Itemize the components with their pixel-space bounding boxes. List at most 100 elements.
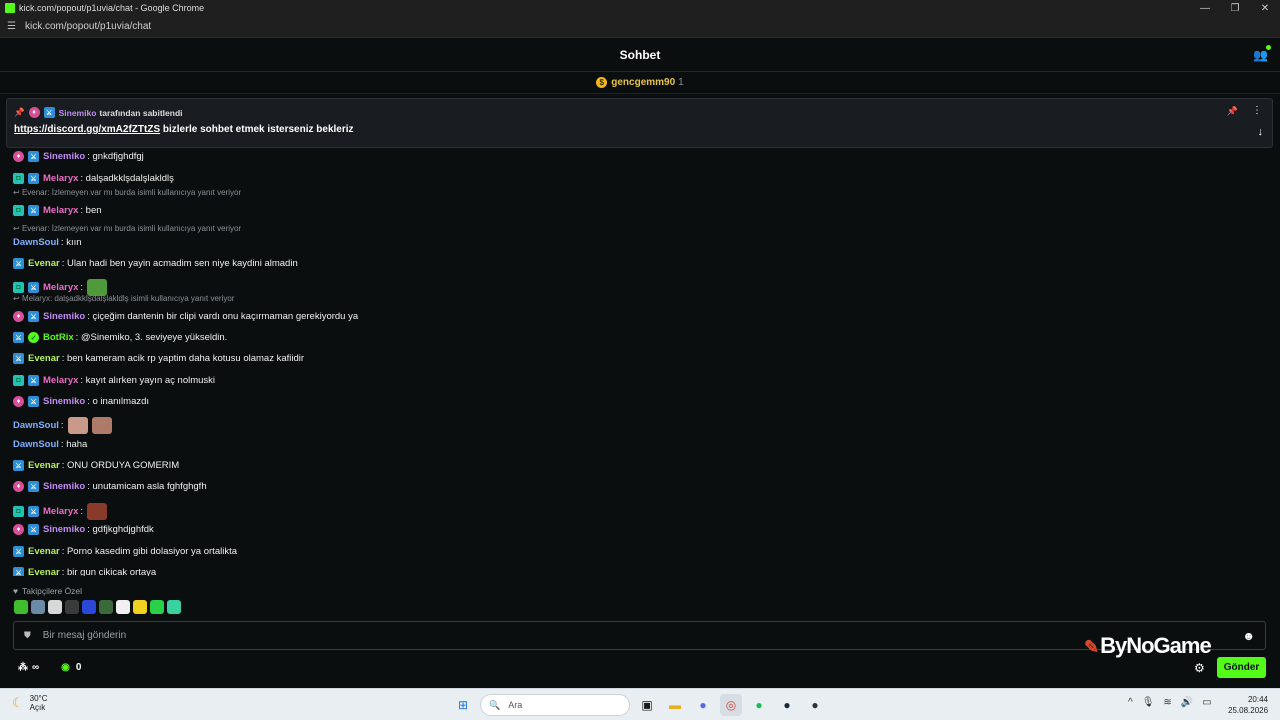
- task-view-icon[interactable]: ▣: [636, 694, 658, 716]
- message-username[interactable]: Evenar: [28, 460, 60, 471]
- emote[interactable]: [167, 600, 181, 614]
- chat-message[interactable]: ⚔ Evenar: bir gun cikicak ortaya: [13, 567, 156, 576]
- weather-temp: 30°C: [29, 694, 48, 703]
- chat-message[interactable]: ♦ ⚔ Sinemiko: gnkdfjghdfgj: [13, 151, 144, 162]
- emote[interactable]: [133, 600, 147, 614]
- message-username[interactable]: Melaryx: [43, 375, 78, 386]
- message-username[interactable]: Evenar: [28, 567, 60, 576]
- chevron-up-icon[interactable]: ^: [1128, 697, 1133, 708]
- wifi-icon[interactable]: ≋: [1163, 697, 1171, 708]
- message-username[interactable]: Melaryx: [43, 173, 78, 184]
- gifter-badge-icon: ♦: [13, 311, 24, 322]
- chat-message[interactable]: ◘ ⚔ Melaryx: kayıt alırken yayın aç nolmus…: [13, 375, 215, 386]
- message-username[interactable]: Melaryx: [43, 205, 78, 216]
- windows-start-icon[interactable]: ⊞: [452, 694, 474, 716]
- emote[interactable]: [82, 600, 96, 614]
- emote[interactable]: [48, 600, 62, 614]
- settings-gear-icon[interactable]: ⚙: [1194, 661, 1205, 675]
- discord-icon[interactable]: ●: [692, 694, 714, 716]
- message-username[interactable]: BotRix: [43, 332, 74, 343]
- emote[interactable]: [65, 600, 79, 614]
- message-username[interactable]: Evenar: [28, 546, 60, 557]
- clock[interactable]: 20:44 25.08.2026: [1228, 694, 1268, 716]
- message-text: :: [80, 282, 84, 293]
- more-options-icon[interactable]: ⋮: [1252, 105, 1262, 116]
- chat-message[interactable]: ⚔ Evenar: ben kameram acik rp yaptim daha…: [13, 353, 304, 364]
- minimize-button[interactable]: —: [1190, 0, 1220, 16]
- send-button[interactable]: Gönder: [1217, 657, 1266, 678]
- emote-image[interactable]: [87, 503, 108, 520]
- sword-badge-icon: ⚔: [28, 311, 39, 322]
- emote[interactable]: [31, 600, 45, 614]
- chat-message[interactable]: ⚔ Evenar: ONU ORDUYA GOMERIM: [13, 460, 179, 471]
- discord-link[interactable]: https://discord.gg/xmA2fZTtZS: [14, 124, 160, 135]
- file-explorer-icon[interactable]: ▬: [664, 694, 686, 716]
- emote[interactable]: [116, 600, 130, 614]
- subscriber-badge-icon: ◘: [13, 205, 24, 216]
- message-username[interactable]: Melaryx: [43, 506, 78, 517]
- microphone-icon[interactable]: 🎙: [1142, 697, 1155, 708]
- message-text: : haha: [60, 439, 88, 450]
- chat-message[interactable]: DawnSoul: haha: [13, 439, 87, 450]
- sword-badge-icon: ⚔: [28, 151, 39, 162]
- taskbar-search[interactable]: 🔍 Ara: [480, 694, 630, 716]
- chat-messages[interactable]: ♦ ⚔ Sinemiko: gnkdfjghdfgj ◘ ⚔ Melaryx: dalşa…: [0, 146, 1280, 576]
- message-username[interactable]: Sinemiko: [43, 396, 85, 407]
- gifter-badge-icon: ♦: [13, 524, 24, 535]
- spotify-icon[interactable]: ●: [748, 694, 770, 716]
- chat-message[interactable]: ◘ ⚔ Melaryx:: [13, 503, 108, 520]
- app-icon[interactable]: ●: [804, 694, 826, 716]
- message-username[interactable]: Evenar: [28, 353, 60, 364]
- message-username[interactable]: Evenar: [28, 258, 60, 269]
- sword-badge-icon: ⚔: [13, 353, 24, 364]
- chat-message[interactable]: ♦ ⚔ Sinemiko: gdfjkghdjghfdk: [13, 524, 154, 535]
- reply-icon: ↩: [13, 224, 22, 233]
- pinned-by-user[interactable]: Sinemiko: [59, 108, 97, 118]
- emote[interactable]: [14, 600, 28, 614]
- chat-message[interactable]: DawnSoul:: [13, 417, 112, 434]
- emote[interactable]: [99, 600, 113, 614]
- close-button[interactable]: ✕: [1250, 0, 1280, 16]
- message-username[interactable]: DawnSoul: [13, 439, 59, 450]
- message-username[interactable]: DawnSoul: [13, 420, 59, 431]
- chrome-icon[interactable]: ◎: [720, 694, 742, 716]
- message-username[interactable]: Melaryx: [43, 282, 78, 293]
- message-text: : @Sinemiko, 3. seviyeye yükseldin.: [75, 332, 228, 343]
- users-icon[interactable]: 👥: [1253, 45, 1271, 62]
- emoji-icon[interactable]: ☻: [1242, 629, 1255, 643]
- chat-message[interactable]: DawnSoul: kıın: [13, 237, 82, 248]
- message-input[interactable]: [42, 630, 1043, 641]
- message-username[interactable]: DawnSoul: [13, 237, 59, 248]
- address-bar[interactable]: ☰ kick.com/popout/p1uvia/chat: [0, 16, 1280, 38]
- emote-image[interactable]: [67, 417, 88, 434]
- chat-message[interactable]: ◘ ⚔ Melaryx: dalşadkklşdalşlakldlş: [13, 173, 174, 184]
- pinned-by-text: tarafından sabitlendi: [99, 107, 183, 118]
- chat-message[interactable]: ⚔ Evenar: Porno kasedim gibi dolasiyor ya…: [13, 546, 237, 557]
- top-gifter[interactable]: $ gencgemm90 1: [0, 72, 1280, 94]
- message-username[interactable]: Sinemiko: [43, 151, 85, 162]
- site-info-icon[interactable]: ☰: [7, 21, 19, 32]
- message-username[interactable]: Sinemiko: [43, 311, 85, 322]
- emote[interactable]: [150, 600, 164, 614]
- unpin-icon[interactable]: 📌: [1227, 106, 1238, 117]
- chat-message[interactable]: ♦ ⚔ Sinemiko: o inanılmazdı: [13, 396, 149, 407]
- message-text: : gnkdfjghdfgj: [87, 151, 144, 162]
- volume-icon[interactable]: 🔊: [1181, 697, 1193, 708]
- chat-message[interactable]: ♦ ⚔ Sinemiko: unutamicam asla fghfghgfh: [13, 481, 207, 492]
- chat-message[interactable]: ◘ ⚔ Melaryx: ben: [13, 205, 102, 216]
- chat-message[interactable]: ♦ ⚔ Sinemiko: çiçeğim dantenin bir clipi v…: [13, 311, 358, 322]
- chat-input-box[interactable]: ⛊ ☻: [13, 621, 1266, 650]
- message-username[interactable]: Sinemiko: [43, 524, 85, 535]
- chat-stats: ⁂ ∞ ◉ 0: [18, 662, 81, 673]
- points-icon[interactable]: ◉: [61, 662, 70, 673]
- share-icon[interactable]: ⁂: [18, 662, 28, 673]
- weather-widget[interactable]: ☾ 30°C Açık: [12, 694, 48, 712]
- emote-image[interactable]: [91, 417, 112, 434]
- restore-button[interactable]: ❐: [1220, 0, 1250, 16]
- battery-icon[interactable]: ▭: [1202, 697, 1211, 708]
- steam-icon[interactable]: ●: [776, 694, 798, 716]
- expand-down-icon[interactable]: ↓: [1258, 126, 1264, 138]
- chat-message[interactable]: ⚔ Evenar: Ulan hadi ben yayin acmadim sen…: [13, 258, 298, 269]
- message-username[interactable]: Sinemiko: [43, 481, 85, 492]
- chat-message[interactable]: ⚔ ✓ BotRix: @Sinemiko, 3. seviyeye yükseld…: [13, 332, 227, 343]
